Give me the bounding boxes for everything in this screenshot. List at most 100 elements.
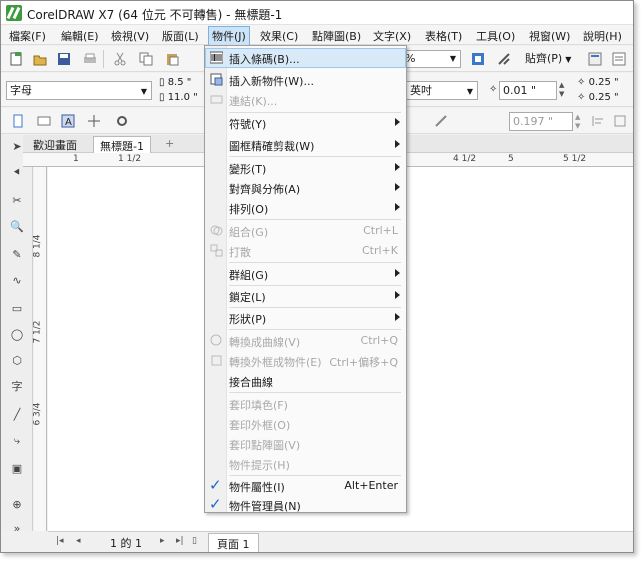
menu-item-label: 對齊與分佈(A) [229, 183, 301, 196]
wrap-icon[interactable] [613, 114, 627, 128]
artistic-media-icon[interactable]: ∿ [9, 273, 25, 289]
menu-bitmaps[interactable]: 點陣圖(B) [310, 28, 363, 44]
menu-item-order[interactable]: 排列(O) [205, 198, 406, 218]
add-page-icon[interactable]: ▯ [192, 536, 197, 546]
first-page-icon[interactable]: |◂ [56, 536, 64, 546]
new-tab-icon[interactable]: + [159, 136, 180, 153]
drop-shadow-icon[interactable]: ▣ [9, 461, 25, 477]
menu-help[interactable]: 說明(H) [581, 28, 624, 44]
outline-spinner-icon[interactable]: ▲ ▼ [575, 113, 580, 131]
portrait-icon[interactable] [11, 114, 25, 128]
outline-width-value: 0.197 " [513, 115, 554, 128]
copy-icon[interactable] [139, 52, 153, 66]
expand-toolbox-icon[interactable]: » [9, 521, 25, 537]
outline-pen-icon[interactable] [434, 114, 448, 128]
menu-item-object-manager[interactable]: ✓ 物件管理員(N) [205, 495, 406, 514]
coreldraw-logo-icon [6, 5, 22, 21]
rectangle-tool-icon[interactable]: ▭ [9, 301, 25, 317]
menu-item-shortcut: Ctrl+L [363, 224, 398, 237]
menu-window[interactable]: 視窗(W) [527, 28, 572, 44]
menu-table[interactable]: 表格(T) [423, 28, 464, 44]
menu-item-shaping[interactable]: 形狀(P) [205, 308, 406, 328]
menu-view[interactable]: 檢視(V) [109, 28, 151, 44]
next-page-icon[interactable]: ▸ [160, 536, 165, 546]
menu-item-label: 物件屬性(I) [229, 481, 285, 494]
break-apart-icon [210, 244, 223, 257]
last-page-icon[interactable]: ▸| [176, 536, 184, 546]
text-tool-icon[interactable]: 字 [9, 379, 25, 395]
menu-file[interactable]: 檔案(F) [7, 28, 48, 44]
page-height-value: 11.0 " [167, 92, 198, 103]
ruler-label: 4 1/2 [453, 154, 477, 164]
crop-tool-icon[interactable]: ✂ [9, 193, 25, 209]
menu-item-transformations[interactable]: 變形(T) [205, 158, 406, 178]
toolbox: ➤ ⯇ ✂ 🔍 ✎ ∿ ▭ ◯ ⬡ 字 ╱ ⤷ ▣ ⊕ » [1, 135, 33, 535]
duplicate-y-field[interactable]: ✧ 0.25 " [577, 92, 619, 103]
snap-icon[interactable] [497, 52, 511, 66]
menu-item-convert-to-curves: 轉換成曲線(V) Ctrl+Q [205, 331, 406, 351]
prev-page-icon[interactable]: ◂ [76, 536, 81, 546]
menu-item-symbol[interactable]: 符號(Y) [205, 113, 406, 133]
menu-item-insert-new-object[interactable]: 插入新物件(W)... [205, 70, 406, 90]
paste-icon[interactable] [165, 52, 179, 66]
menu-item-label: 圖框精確剪裁(W) [229, 140, 315, 153]
polygon-tool-icon[interactable]: ⬡ [9, 353, 25, 369]
outline-width-field[interactable]: 0.197 " [509, 112, 573, 131]
menu-item-join-curves[interactable]: 接合曲線 [205, 371, 406, 391]
menu-item-label: 組合(G) [229, 226, 269, 239]
full-screen-preview-icon[interactable] [471, 52, 485, 66]
menu-item-insert-barcode[interactable]: 插入條碼(B)... [205, 48, 406, 68]
menu-item-label: 群組(G) [229, 269, 269, 282]
chevron-down-icon: ▼ [466, 87, 473, 96]
align-icon[interactable] [591, 114, 605, 128]
shape-tool-icon[interactable]: ⯇ [9, 165, 25, 181]
units-dropdown[interactable]: 英吋 ▼ [406, 81, 478, 100]
menu-text[interactable]: 文字(X) [371, 28, 413, 44]
settings-gear-icon[interactable] [115, 114, 129, 128]
page-width-field[interactable]: ▯ 8.5 " [159, 77, 191, 88]
menu-tools[interactable]: 工具(O) [474, 28, 517, 44]
nudge-distance-field[interactable]: 0.01 " [499, 81, 557, 100]
connector-tool-icon[interactable]: ⤷ [9, 433, 25, 449]
parallel-dimension-icon[interactable]: ╱ [9, 407, 25, 423]
menu-item-label: 插入新物件(W)... [229, 75, 314, 88]
menu-item-lock[interactable]: 鎖定(L) [205, 286, 406, 306]
menu-object[interactable]: 物件(J) [208, 26, 250, 46]
zoom-tool-icon[interactable]: 🔍 [9, 219, 25, 235]
menu-item-object-properties[interactable]: ✓ 物件屬性(I) Alt+Enter [205, 476, 406, 496]
text-frame-icon[interactable]: A [61, 114, 75, 128]
menu-item-align-distribute[interactable]: 對齊與分佈(A) [205, 178, 406, 198]
options-icon[interactable] [588, 52, 602, 66]
submenu-arrow-icon [395, 203, 400, 211]
paper-size-dropdown[interactable]: 字母 ▼ [6, 81, 152, 100]
save-icon[interactable] [57, 52, 71, 66]
new-document-icon[interactable] [9, 52, 23, 66]
page-height-field[interactable]: ▯ 11.0 " [159, 92, 198, 103]
menu-edit[interactable]: 編輯(E) [59, 28, 101, 44]
tab-page-1[interactable]: 頁面 1 [208, 533, 259, 552]
menu-effects[interactable]: 效果(C) [258, 28, 300, 44]
menu-item-label: 符號(Y) [229, 118, 267, 131]
tab-welcome[interactable]: 歡迎畫面 [27, 136, 83, 153]
nudge-spinner-icon[interactable]: ▲ ▼ [559, 81, 564, 99]
application-launcher-icon[interactable] [612, 52, 626, 66]
print-icon[interactable] [83, 52, 97, 66]
menu-item-links: 連結(K)... [205, 90, 406, 110]
menu-bar: 檔案(F) 編輯(E) 檢視(V) 版面(L) 物件(J) 效果(C) 點陣圖(… [1, 25, 633, 46]
grid-icon[interactable] [87, 114, 101, 128]
tab-document[interactable]: 無標題-1 [93, 136, 151, 153]
menu-item-group[interactable]: 群組(G) [205, 264, 406, 284]
open-icon[interactable] [33, 52, 47, 66]
add-tool-icon[interactable]: ⊕ [9, 497, 25, 513]
cut-icon[interactable] [113, 52, 127, 66]
freehand-tool-icon[interactable]: ✎ [9, 247, 25, 263]
ellipse-tool-icon[interactable]: ◯ [9, 327, 25, 343]
snap-to-dropdown[interactable]: 貼齊(P) ▼ [521, 50, 577, 68]
duplicate-x-field[interactable]: ✧ 0.25 " [577, 77, 619, 88]
menu-layout[interactable]: 版面(L) [160, 28, 201, 44]
zoom-level-dropdown[interactable]: % ▼ [401, 50, 461, 68]
landscape-icon[interactable] [37, 114, 51, 128]
menu-item-powerclip[interactable]: 圖框精確剪裁(W) [205, 135, 406, 155]
page-count: 1 的 1 [110, 537, 142, 550]
submenu-arrow-icon [395, 313, 400, 321]
